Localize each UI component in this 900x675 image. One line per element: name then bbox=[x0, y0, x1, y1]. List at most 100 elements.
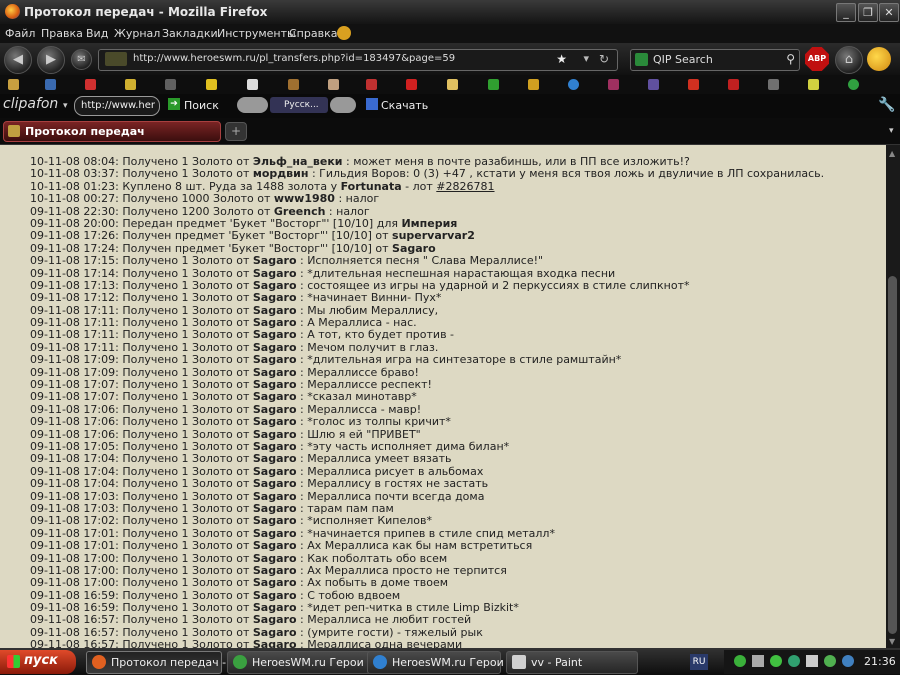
player-link[interactable]: Эльф_на_веки bbox=[253, 155, 343, 168]
player-link[interactable]: Sagaro bbox=[253, 304, 297, 317]
tray-icon[interactable] bbox=[770, 655, 782, 667]
bookmark-icon[interactable] bbox=[247, 79, 258, 90]
addon-icon[interactable] bbox=[337, 26, 351, 40]
player-link[interactable]: Sagaro bbox=[253, 328, 297, 341]
dropdown-arrow-icon[interactable]: ▾ bbox=[583, 52, 589, 65]
search-icon[interactable]: ⚲ bbox=[786, 52, 795, 66]
bookmark-icon[interactable] bbox=[288, 79, 299, 90]
tray-icon[interactable] bbox=[734, 655, 746, 667]
player-link[interactable]: Sagaro bbox=[253, 341, 297, 354]
player-link[interactable]: Sagaro bbox=[253, 440, 297, 453]
player-link[interactable]: www1980 bbox=[274, 192, 335, 205]
bookmark-icon[interactable] bbox=[608, 79, 619, 90]
bookmark-icon[interactable] bbox=[568, 79, 579, 90]
bookmark-icon[interactable] bbox=[165, 79, 176, 90]
player-link[interactable]: Sagaro bbox=[253, 316, 297, 329]
scroll-down-icon[interactable]: ▼ bbox=[889, 637, 895, 646]
bookmark-icon[interactable] bbox=[8, 79, 19, 90]
bookmark-icon[interactable] bbox=[728, 79, 739, 90]
player-link[interactable]: Sagaro bbox=[253, 514, 297, 527]
bookmark-icon[interactable] bbox=[768, 79, 779, 90]
player-link[interactable]: Sagaro bbox=[253, 267, 297, 280]
bookmark-icon[interactable] bbox=[85, 79, 96, 90]
site-identity-icon[interactable] bbox=[105, 52, 127, 66]
player-link[interactable]: Sagaro bbox=[253, 428, 297, 441]
player-link[interactable]: Sagaro bbox=[253, 452, 297, 465]
language-select[interactable]: Русск... bbox=[270, 97, 328, 113]
playback-controls[interactable] bbox=[330, 97, 356, 113]
bookmark-icon[interactable] bbox=[366, 79, 377, 90]
player-link[interactable]: Sagaro bbox=[253, 291, 297, 304]
scrollbar-thumb[interactable] bbox=[888, 276, 897, 634]
tray-icon[interactable] bbox=[752, 655, 764, 667]
bookmark-star-icon[interactable]: ★ bbox=[556, 52, 567, 66]
menu-help[interactable]: Справка bbox=[289, 27, 337, 40]
bookmark-icon[interactable] bbox=[447, 79, 458, 90]
player-link[interactable]: Greench bbox=[274, 205, 326, 218]
menu-edit[interactable]: Правка bbox=[41, 27, 83, 40]
home-button[interactable]: ⌂ bbox=[835, 46, 863, 74]
taskbar-item-paint[interactable]: vv - Paint bbox=[506, 651, 638, 674]
menu-history[interactable]: Журнал bbox=[114, 27, 160, 40]
language-indicator[interactable]: RU bbox=[690, 654, 708, 670]
player-link[interactable]: Sagaro bbox=[253, 638, 297, 648]
player-link[interactable]: Fortunata bbox=[341, 180, 402, 193]
clipafon-logo[interactable]: clipafon bbox=[3, 96, 58, 112]
player-link[interactable]: мордвин bbox=[253, 167, 309, 180]
address-bar[interactable]: http://www.heroeswm.ru/pl_transfers.php?… bbox=[98, 49, 618, 71]
player-link[interactable]: Sagaro bbox=[253, 626, 297, 639]
close-button[interactable]: ✕ bbox=[879, 3, 899, 22]
new-tab-button[interactable]: + bbox=[225, 122, 247, 141]
back-button[interactable]: ◀ bbox=[4, 46, 32, 74]
bookmark-icon[interactable] bbox=[406, 79, 417, 90]
tray-icon[interactable] bbox=[788, 655, 800, 667]
clipafon-url-field[interactable]: http://www.her bbox=[74, 96, 160, 116]
taskbar-item-heroes-1[interactable]: HeroesWM.ru Герои ... bbox=[227, 651, 379, 674]
forward-button[interactable]: ▶ bbox=[37, 46, 65, 74]
menu-view[interactable]: Вид bbox=[86, 27, 108, 40]
go-arrow-icon[interactable]: ➔ bbox=[168, 98, 180, 110]
player-link[interactable]: Sagaro bbox=[392, 242, 436, 255]
menu-tools[interactable]: Инструменты bbox=[217, 27, 296, 40]
player-link[interactable]: Sagaro bbox=[253, 403, 297, 416]
media-controls[interactable] bbox=[237, 97, 268, 113]
chat-icon[interactable]: ✉ bbox=[71, 49, 92, 70]
bookmark-icon[interactable] bbox=[45, 79, 56, 90]
wrench-icon[interactable]: 🔧 bbox=[878, 97, 895, 113]
player-link[interactable]: Sagaro bbox=[253, 613, 297, 626]
bookmark-icon[interactable] bbox=[328, 79, 339, 90]
bookmark-icon[interactable] bbox=[125, 79, 136, 90]
volume-icon[interactable] bbox=[806, 655, 818, 667]
taskbar-item-firefox[interactable]: Протокол передач -... bbox=[86, 651, 237, 674]
bookmark-icon[interactable] bbox=[848, 79, 859, 90]
bookmark-icon[interactable] bbox=[808, 79, 819, 90]
scroll-up-icon[interactable]: ▲ bbox=[889, 149, 895, 158]
player-link[interactable]: Sagaro bbox=[253, 576, 297, 589]
menu-bookmarks[interactable]: Закладки bbox=[162, 27, 218, 40]
player-link[interactable]: Sagaro bbox=[253, 527, 297, 540]
minimize-button[interactable]: _ bbox=[836, 3, 856, 22]
player-link[interactable]: Sagaro bbox=[253, 589, 297, 602]
player-link[interactable]: Империя bbox=[401, 217, 457, 230]
start-button[interactable]: пуск bbox=[0, 650, 76, 674]
download-button[interactable]: Скачать bbox=[381, 99, 428, 112]
player-link[interactable]: Sagaro bbox=[253, 502, 297, 515]
clipafon-search-button[interactable]: Поиск bbox=[184, 99, 219, 112]
player-link[interactable]: Sagaro bbox=[253, 564, 297, 577]
menu-file[interactable]: Файл bbox=[5, 27, 35, 40]
bookmark-icon[interactable] bbox=[206, 79, 217, 90]
search-box[interactable]: QIP Search ⚲ bbox=[630, 49, 800, 71]
bookmark-icon[interactable] bbox=[648, 79, 659, 90]
clipafon-menu-arrow-icon[interactable]: ▾ bbox=[63, 101, 68, 111]
bookmark-icon[interactable] bbox=[688, 79, 699, 90]
player-link[interactable]: Sagaro bbox=[253, 378, 297, 391]
taskbar-item-heroes-2[interactable]: HeroesWM.ru Герои ... bbox=[367, 651, 518, 674]
player-link[interactable]: Sagaro bbox=[253, 490, 297, 503]
player-link[interactable]: Sagaro bbox=[253, 601, 297, 614]
bookmark-icon[interactable] bbox=[528, 79, 539, 90]
tray-icon[interactable] bbox=[824, 655, 836, 667]
tab-list-arrow-icon[interactable]: ▾ bbox=[889, 126, 894, 136]
lot-link[interactable]: #2826781 bbox=[436, 180, 494, 193]
player-link[interactable]: Sagaro bbox=[253, 552, 297, 565]
bookmark-icon[interactable] bbox=[488, 79, 499, 90]
